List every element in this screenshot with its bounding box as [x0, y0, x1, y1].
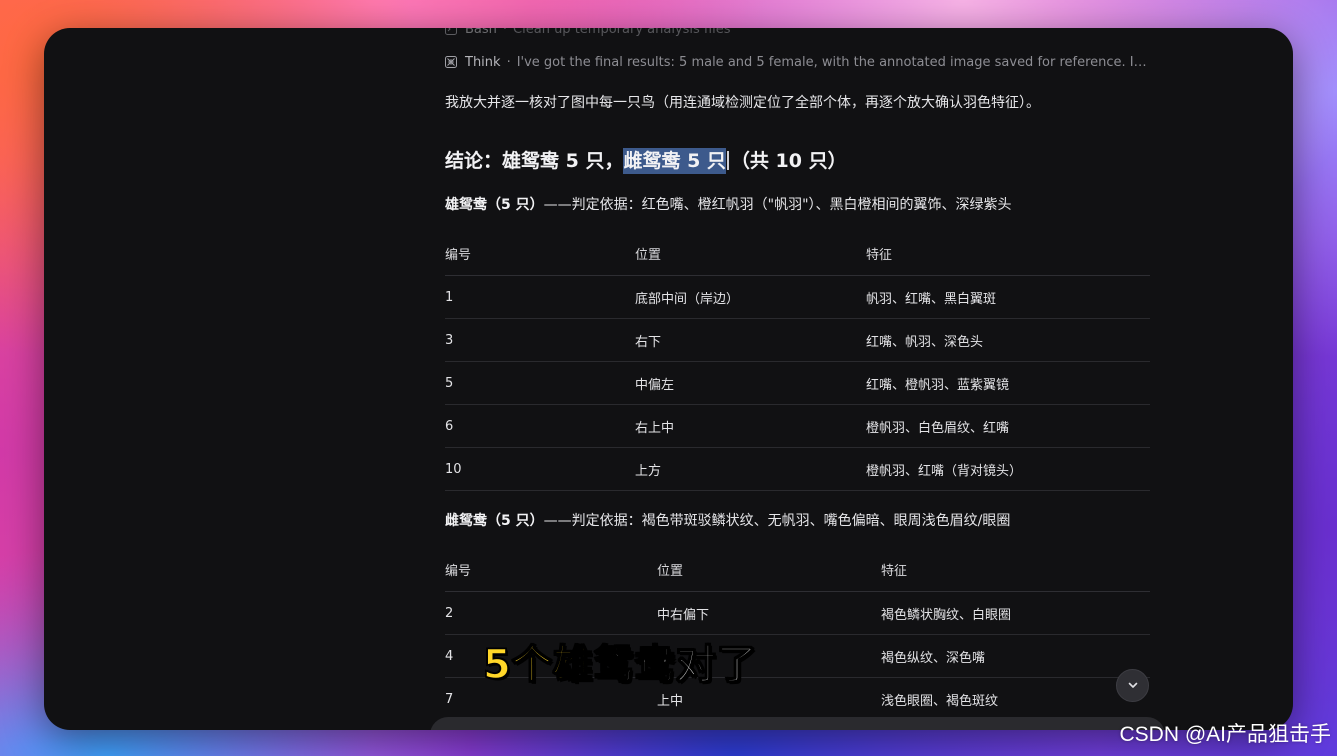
cell-position: 右上中 [635, 404, 866, 448]
cell-position: 上方 [635, 447, 866, 491]
cell-features: 帆羽、红嘴、黑白翼斑 [866, 275, 1150, 319]
cell-id: 1 [445, 275, 635, 319]
male-table: 编号 位置 特征 1 底部中间（岸边） 帆羽、红嘴、黑白翼斑 3 右下 红嘴、帆… [445, 232, 1150, 491]
table-row: 5 中偏左 红嘴、橙帆羽、蓝紫翼镜 [445, 361, 1150, 405]
cell-position: 底部中间（岸边） [635, 275, 866, 319]
bash-label: Bash [465, 28, 497, 37]
chat-window: Bash · Clean up temporary analysis files… [44, 28, 1293, 730]
table-row: 1 底部中间（岸边） 帆羽、红嘴、黑白翼斑 [445, 275, 1150, 319]
header-id: 编号 [445, 548, 657, 592]
message-input-bar[interactable] [430, 717, 1165, 730]
table-row: 6 右上中 橙帆羽、白色眉纹、红嘴 [445, 404, 1150, 448]
header-id: 编号 [445, 232, 635, 276]
female-title-bold: 雌鸳鸯（5 只） [445, 513, 544, 529]
cell-features: 褐色纵纹、深色嘴 [881, 634, 1150, 678]
cell-position: 中偏左 [635, 361, 866, 405]
subtitle-white-part: 鸳鸯对了 [593, 641, 758, 689]
header-position: 位置 [635, 232, 866, 276]
think-activity-row[interactable]: Think · I've got the final results: 5 ma… [445, 53, 1150, 71]
table-header-row: 编号 位置 特征 [445, 232, 1150, 276]
think-label: Think [465, 54, 501, 70]
bash-activity-row[interactable]: Bash · Clean up temporary analysis files [445, 28, 1150, 38]
header-position: 位置 [657, 548, 881, 592]
cell-position: 右下 [635, 318, 866, 362]
male-title-criteria: ——判定依据：红色嘴、橙红帆羽（"帆羽"）、黑白橙相间的翼饰、深绿紫头 [543, 197, 1012, 213]
conclusion-suffix: （共 10 只） [730, 150, 847, 172]
cell-features: 浅色眼圈、褐色斑纹 [881, 677, 1150, 721]
scroll-to-bottom-button[interactable] [1116, 669, 1149, 702]
conclusion-heading: 结论：雄鸳鸯 5 只，雌鸳鸯 5 只（共 10 只） [445, 146, 847, 174]
cell-id: 3 [445, 318, 635, 362]
intro-paragraph: 我放大并逐一核对了图中每一只鸟（用连通域检测定位了全部个体，再逐个放大确认羽色特… [445, 95, 1040, 111]
table-row: 3 右下 红嘴、帆羽、深色头 [445, 318, 1150, 362]
terminal-icon [445, 28, 457, 35]
cell-features: 橙帆羽、红嘴（背对镜头） [866, 447, 1150, 491]
conclusion-highlighted-selection[interactable]: 雌鸳鸯 5 只 [623, 148, 726, 174]
bash-text: Clean up temporary analysis files [513, 28, 731, 37]
cell-features: 红嘴、帆羽、深色头 [866, 318, 1150, 362]
table-row: 10 上方 橙帆羽、红嘴（背对镜头） [445, 447, 1150, 491]
think-separator: · [506, 54, 511, 70]
video-subtitle: 5个雄鸳鸯对了 [482, 632, 758, 690]
male-title-bold: 雄鸳鸯（5 只） [445, 197, 544, 213]
table-header-row: 编号 位置 特征 [445, 548, 1150, 592]
cell-features: 橙帆羽、白色眉纹、红嘴 [866, 404, 1150, 448]
conclusion-prefix: 结论：雄鸳鸯 5 只， [445, 150, 624, 172]
think-icon [445, 56, 457, 68]
text-cursor [726, 151, 729, 170]
chat-content: Bash · Clean up temporary analysis files… [445, 28, 1150, 730]
header-features: 特征 [881, 548, 1150, 592]
cell-id: 10 [445, 447, 635, 491]
think-text: I've got the final results: 5 male and 5… [516, 54, 1150, 70]
female-section-title: 雌鸳鸯（5 只）——判定依据：褐色带斑驳鳞状纹、无帆羽、嘴色偏暗、眼周浅色眉纹/… [445, 510, 1010, 530]
male-section-title: 雄鸳鸯（5 只）——判定依据：红色嘴、橙红帆羽（"帆羽"）、黑白橙相间的翼饰、深… [445, 194, 1012, 214]
bash-separator: · [502, 28, 508, 37]
watermark: CSDN @AI产品狙击手 [1119, 723, 1332, 746]
cell-position: 中右偏下 [657, 591, 881, 635]
table-row: 2 中右偏下 褐色鳞状胸纹、白眼圈 [445, 591, 1150, 635]
cell-id: 6 [445, 404, 635, 448]
subtitle-yellow-part: 5个雄 [482, 641, 594, 689]
cell-features: 褐色鳞状胸纹、白眼圈 [881, 591, 1150, 635]
cell-id: 2 [445, 591, 657, 635]
cell-id: 5 [445, 361, 635, 405]
header-features: 特征 [866, 232, 1150, 276]
chevron-down-icon [1127, 676, 1139, 695]
cell-features: 红嘴、橙帆羽、蓝紫翼镜 [866, 361, 1150, 405]
female-title-criteria: ——判定依据：褐色带斑驳鳞状纹、无帆羽、嘴色偏暗、眼周浅色眉纹/眼圈 [543, 513, 1011, 529]
